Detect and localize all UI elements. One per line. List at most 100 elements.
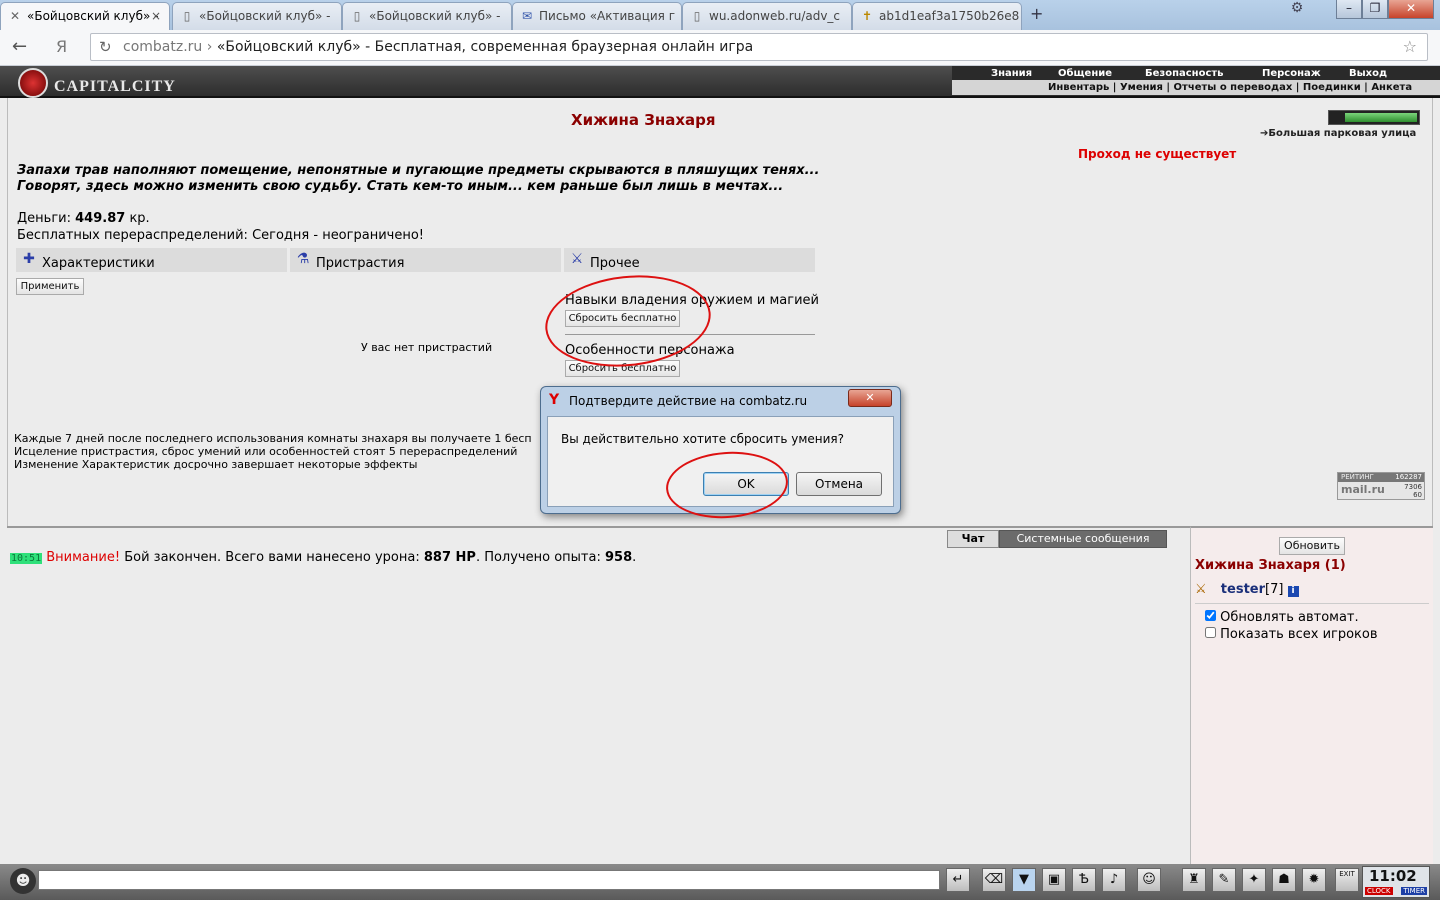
page-icon: ▯ bbox=[183, 9, 191, 23]
crossed-swords-icon: ⚔ bbox=[570, 251, 584, 267]
bookmark-star-icon[interactable]: ☆ bbox=[1403, 34, 1417, 60]
show-all-option: Показать всех игроков bbox=[1205, 627, 1378, 642]
player-level: [7] bbox=[1265, 582, 1284, 597]
note-line-2: Исцеление пристрастия, сброс умений или … bbox=[14, 445, 518, 458]
url-domain: combatz.ru bbox=[123, 39, 203, 55]
location-link[interactable]: ➔Большая парковая улица bbox=[1260, 128, 1416, 139]
note-line-1: Каждые 7 дней после последнего использов… bbox=[14, 432, 532, 445]
battle-icon[interactable]: ✹ bbox=[1302, 868, 1326, 892]
group-icon[interactable]: ☗ bbox=[1272, 868, 1296, 892]
yandex-browser-icon: Y bbox=[549, 392, 560, 408]
no-addictions-text: У вас нет пристрастий bbox=[361, 341, 493, 354]
warning-label: Внимание! bbox=[46, 550, 121, 565]
music-icon[interactable]: ♪ bbox=[1102, 868, 1126, 892]
eraser-icon[interactable]: ⌫ bbox=[982, 868, 1006, 892]
info-icon[interactable]: i bbox=[1287, 586, 1299, 597]
nav-exit[interactable]: Выход bbox=[1349, 68, 1387, 79]
tab-label: wu.adonweb.ru/adv_c bbox=[709, 9, 841, 23]
apply-button[interactable]: Применить bbox=[16, 278, 84, 295]
cancel-button[interactable]: Отмена bbox=[796, 472, 882, 496]
rating-value-2: 7306 bbox=[1404, 483, 1422, 491]
intro-line-2: Говорят, здесь можно изменить свою судьб… bbox=[17, 179, 784, 194]
save-icon[interactable]: ▣ bbox=[1042, 868, 1066, 892]
minimize-button[interactable]: – bbox=[1336, 0, 1362, 19]
room-occupancy-title: Хижина Знахаря (1) bbox=[1195, 558, 1346, 573]
no-passage-text: Проход не существует bbox=[1078, 147, 1237, 161]
scroll-icon[interactable]: ✎ bbox=[1212, 868, 1236, 892]
auto-refresh-option: Обновлять автомат. bbox=[1205, 610, 1359, 625]
send-icon[interactable]: ↵ bbox=[946, 868, 970, 892]
tab-fightclub-active[interactable]: ✕ «Бойцовский клуб» - × bbox=[0, 2, 170, 31]
dialog-title: Подтвердите действие на combatz.ru bbox=[569, 394, 808, 408]
tab-adonweb[interactable]: ▯ wu.adonweb.ru/adv_c bbox=[682, 2, 852, 30]
clan-sword-icon: ⚔ bbox=[1195, 582, 1207, 597]
settings-gear-icon[interactable]: ⚙ bbox=[1284, 0, 1310, 19]
damage-value: 887 HP bbox=[423, 550, 476, 565]
money-line: Деньги: 449.87 кр. bbox=[17, 211, 150, 226]
tab-characteristics[interactable]: ✚ Характеристики bbox=[16, 248, 287, 272]
clock-widget: 11:02 CLOCK TIMER bbox=[1362, 866, 1430, 898]
tab-mail[interactable]: ✉ Письмо «Активация г bbox=[512, 2, 682, 30]
filter-icon[interactable]: ▼ bbox=[1012, 868, 1036, 892]
tab-label: ab1d1eaf3a1750b26e8 bbox=[879, 9, 1020, 23]
tab-fightclub-3[interactable]: ▯ «Бойцовский клуб» - bbox=[342, 2, 512, 30]
tab-label: «Бойцовский клуб» - bbox=[199, 9, 331, 23]
mailru-logo: mail.ru bbox=[1341, 483, 1385, 496]
player-name[interactable]: tester bbox=[1221, 582, 1265, 597]
tab-hash[interactable]: ✝ ab1d1eaf3a1750b26e8 bbox=[852, 2, 1022, 30]
bag-icon[interactable]: ♜ bbox=[1182, 868, 1206, 892]
map-icon[interactable]: ✦ bbox=[1242, 868, 1266, 892]
dialog-close-button[interactable]: ✕ bbox=[848, 389, 892, 407]
timer-label: TIMER bbox=[1401, 887, 1427, 895]
maximize-button[interactable]: ❐ bbox=[1362, 0, 1388, 19]
mail-icon: ✉ bbox=[521, 9, 533, 23]
new-tab-button[interactable]: + bbox=[1030, 4, 1043, 23]
reload-icon[interactable]: ↻ bbox=[99, 34, 112, 60]
nav-character[interactable]: Персонаж bbox=[1262, 68, 1321, 79]
intro-line-1: Запахи трав наполняют помещение, непонят… bbox=[17, 163, 820, 178]
chat-message: 10:51 Внимание! Бой закончен. Всего вами… bbox=[10, 550, 637, 565]
tab-label: Письмо «Активация г bbox=[539, 9, 676, 23]
nav-communication[interactable]: Общение bbox=[1058, 68, 1112, 79]
rating-counter[interactable]: РЕЙТИНГ 162287 7306 60 mail.ru bbox=[1337, 472, 1425, 500]
url-input[interactable]: ↻ combatz.ru › «Бойцовский клуб» - Беспл… bbox=[90, 33, 1428, 61]
clock-label: CLOCK bbox=[1365, 887, 1393, 895]
close-window-button[interactable]: ✕ bbox=[1388, 0, 1434, 19]
cross-icon: ✝ bbox=[861, 9, 873, 23]
show-all-checkbox[interactable] bbox=[1205, 627, 1216, 638]
tab-fightclub-2[interactable]: ▯ «Бойцовский клуб» - bbox=[172, 2, 342, 30]
player-row[interactable]: ⚔ tester[7] i bbox=[1195, 582, 1299, 597]
tab-system-messages[interactable]: Системные сообщения bbox=[999, 530, 1167, 548]
money-label: Деньги: bbox=[17, 211, 71, 226]
close-tab-icon[interactable]: × bbox=[151, 9, 161, 23]
url-page-title: «Бойцовский клуб» - Бесплатная, современ… bbox=[216, 39, 754, 55]
back-arrow-icon[interactable]: ← bbox=[12, 36, 27, 57]
tab-addictions[interactable]: ⚗ Пристрастия bbox=[290, 248, 561, 272]
rating-label: РЕЙТИНГ bbox=[1341, 473, 1374, 481]
auto-refresh-checkbox[interactable] bbox=[1205, 610, 1216, 621]
smile-menu-icon[interactable]: ☻ bbox=[10, 868, 36, 894]
yandex-icon[interactable]: Я bbox=[56, 37, 67, 56]
tab-label: «Бойцовский клуб» - bbox=[27, 9, 159, 23]
exp-value: 958 bbox=[604, 550, 633, 565]
exit-button[interactable]: EXIT bbox=[1335, 868, 1359, 892]
emoticon-icon[interactable]: ☺ bbox=[1137, 868, 1161, 892]
chat-input[interactable] bbox=[38, 870, 940, 890]
addiction-icon: ⚗ bbox=[296, 251, 310, 267]
nav-knowledge[interactable]: Знания bbox=[991, 68, 1032, 79]
browser-tab-strip: ✕ «Бойцовский клуб» - × ▯ «Бойцовский кл… bbox=[0, 0, 1440, 31]
sub-navigation[interactable]: Инвентарь | Умения | Отчеты о переводах … bbox=[952, 80, 1440, 95]
tab-chat[interactable]: Чат bbox=[947, 530, 999, 548]
translit-icon[interactable]: Ѣ bbox=[1072, 868, 1096, 892]
game-emblem-icon bbox=[18, 68, 48, 98]
nav-security[interactable]: Безопасность bbox=[1145, 68, 1224, 79]
rating-value-1: 162287 bbox=[1395, 473, 1422, 481]
page-icon: ▯ bbox=[693, 9, 701, 23]
dialog-message: Вы действительно хотите сбросить умения? bbox=[561, 432, 844, 446]
tab-other[interactable]: ⚔ Прочее bbox=[564, 248, 815, 272]
hp-bar bbox=[1328, 110, 1420, 125]
refresh-button[interactable]: Обновить bbox=[1279, 537, 1345, 555]
tab-label: «Бойцовский клуб» - bbox=[369, 9, 501, 23]
message-time: 10:51 bbox=[10, 553, 43, 564]
page-icon: ▯ bbox=[353, 9, 361, 23]
